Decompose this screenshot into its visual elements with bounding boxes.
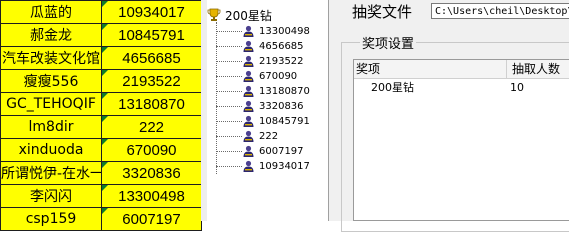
- table-row: 瘦瘦556 2193522: [0, 69, 202, 93]
- table-row: csp159 6007197: [0, 207, 202, 231]
- value-cell[interactable]: 2193522: [101, 69, 202, 93]
- person-icon: [243, 25, 254, 37]
- column-header-prize[interactable]: 奖项: [356, 60, 504, 78]
- list-item[interactable]: 200星钻 10: [354, 80, 569, 96]
- prize-count: 10: [510, 81, 524, 94]
- value-cell[interactable]: 670090: [101, 138, 202, 162]
- prize-name: 200星钻: [371, 81, 414, 94]
- tree-connector: [216, 120, 242, 122]
- value-cell[interactable]: 10934017: [101, 0, 202, 24]
- column-header-count[interactable]: 抽取人数: [506, 60, 569, 78]
- name-cell[interactable]: 所谓悦伊-在水一方: [0, 161, 102, 185]
- tree-connector: [216, 165, 242, 167]
- tree-root-label: 200星钻: [225, 8, 272, 23]
- prize-list[interactable]: 奖项 抽取人数 200星钻 10: [353, 59, 569, 221]
- table-row: 所谓悦伊-在水一方 3320836: [0, 161, 202, 185]
- tree-leaf[interactable]: 6007197: [216, 144, 304, 158]
- value-cell[interactable]: 13300498: [101, 184, 202, 208]
- name-cell[interactable]: 瘦瘦556: [0, 69, 102, 93]
- name-cell[interactable]: 李闪闪: [0, 184, 102, 208]
- list-header: 奖项 抽取人数: [354, 60, 569, 79]
- tree-leaf[interactable]: 10934017: [216, 159, 310, 173]
- tree-root-node[interactable]: 200星钻: [207, 8, 272, 23]
- tree-leaf[interactable]: 2193522: [216, 54, 304, 68]
- prize-tree-view[interactable]: 200星钻 13300498 4656685 2193522 670090 13…: [207, 0, 329, 221]
- name-cell[interactable]: 郝金龙: [0, 23, 102, 47]
- name-cell[interactable]: lm8dir: [0, 115, 102, 139]
- table-row: 汽车改装文化馆 4656685: [0, 46, 202, 70]
- tree-leaf[interactable]: 670090: [216, 69, 297, 83]
- person-icon: [243, 160, 254, 172]
- table-row: GC_TEHOQIF 13180870: [0, 92, 202, 116]
- tree-leaf[interactable]: 222: [216, 129, 278, 143]
- person-icon: [243, 145, 254, 157]
- trophy-icon: [207, 8, 221, 21]
- value-cell[interactable]: 10845791: [101, 23, 202, 47]
- tree-connector: [216, 105, 242, 107]
- value-cell[interactable]: 3320836: [101, 161, 202, 185]
- tree-leaf[interactable]: 3320836: [216, 99, 304, 113]
- person-icon: [243, 40, 254, 52]
- spreadsheet-grid: 瓜蓝的 10934017 郝金龙 10845791 汽车改装文化馆 465668…: [0, 0, 202, 231]
- tree-connector: [216, 45, 242, 47]
- tree-connector: [216, 135, 242, 137]
- table-row: xinduoda 670090: [0, 138, 202, 162]
- value-cell[interactable]: 6007197: [101, 207, 202, 231]
- person-icon: [243, 130, 254, 142]
- group-title: 奖项设置: [360, 33, 417, 52]
- tree-connector: [216, 60, 242, 62]
- value-cell[interactable]: 4656685: [101, 46, 202, 70]
- file-label: 抽奖文件: [352, 3, 413, 21]
- person-icon: [243, 70, 254, 82]
- tree-leaf[interactable]: 10845791: [216, 114, 310, 128]
- tree-leaf[interactable]: 4656685: [216, 39, 304, 53]
- tree-connector: [216, 90, 242, 92]
- tree-connector: [216, 30, 242, 32]
- file-path-field[interactable]: C:\Users\cheil\Desktop\: [431, 3, 569, 19]
- name-cell[interactable]: GC_TEHOQIF: [0, 92, 102, 116]
- name-cell[interactable]: xinduoda: [0, 138, 102, 162]
- tree-leaf[interactable]: 13180870: [216, 84, 310, 98]
- table-row: 郝金龙 10845791: [0, 23, 202, 47]
- value-cell[interactable]: 222: [101, 115, 202, 139]
- settings-panel: 抽奖文件 C:\Users\cheil\Desktop\ 奖项设置 奖项 抽取人…: [332, 0, 569, 232]
- table-row: 李闪闪 13300498: [0, 184, 202, 208]
- tree-leaf[interactable]: 13300498: [216, 24, 310, 38]
- table-row: lm8dir 222: [0, 115, 202, 139]
- tree-connector: [216, 150, 242, 152]
- table-row: 瓜蓝的 10934017: [0, 0, 202, 24]
- name-cell[interactable]: csp159: [0, 207, 102, 231]
- person-icon: [243, 115, 254, 127]
- value-cell[interactable]: 13180870: [101, 92, 202, 116]
- name-cell[interactable]: 汽车改装文化馆: [0, 46, 102, 70]
- person-icon: [243, 55, 254, 67]
- person-icon: [243, 85, 254, 97]
- name-cell[interactable]: 瓜蓝的: [0, 0, 102, 24]
- tree-connector: [216, 75, 242, 77]
- person-icon: [243, 100, 254, 112]
